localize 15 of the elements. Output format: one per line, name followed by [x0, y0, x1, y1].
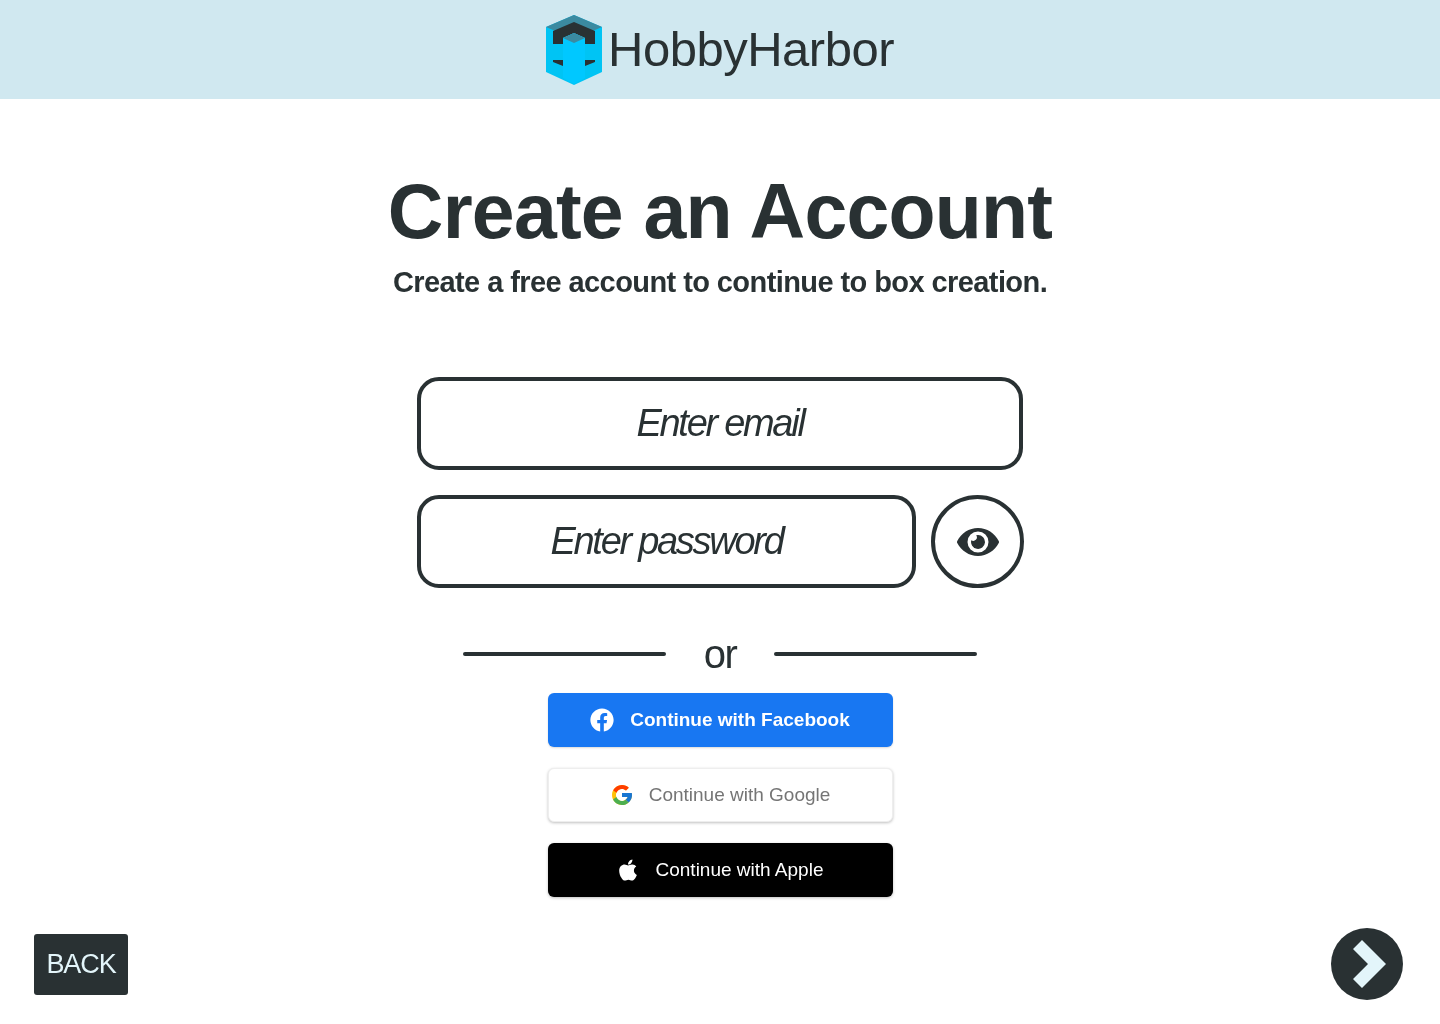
google-logo-icon: [609, 783, 634, 807]
google-button[interactable]: Continue with Google: [547, 768, 893, 822]
page-subtitle: Create a free account to continue to box creation.: [392, 268, 1048, 297]
password-input-field[interactable]: Enter password: [417, 495, 916, 588]
email-input-field[interactable]: Enter email: [417, 377, 1023, 470]
logo-text: HobbyHarbor: [608, 25, 894, 74]
facebook-logo-icon: [590, 708, 615, 732]
page-title: Create an Account: [387, 173, 1053, 250]
apple-logo-icon: [616, 858, 639, 882]
logo-icon: [546, 13, 602, 86]
chevron-right-icon: [1352, 940, 1386, 988]
facebook-button[interactable]: Continue with Facebook: [547, 693, 893, 747]
apple-button[interactable]: Continue with Apple: [547, 843, 893, 897]
divider-text: or: [703, 634, 737, 674]
back-button[interactable]: BACK: [34, 933, 128, 995]
